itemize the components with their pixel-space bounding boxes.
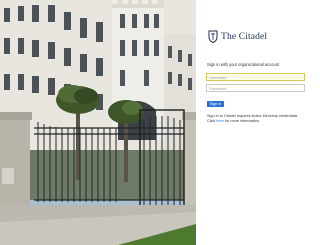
signin-prompt: Sign in with your organizational account — [207, 62, 280, 67]
signin-panel: The Citadel Sign in with your organizati… — [196, 0, 320, 245]
help-suffix: for more information. — [224, 119, 260, 123]
help-link[interactable]: here — [216, 119, 224, 123]
brand-logo: The Citadel — [208, 29, 267, 43]
campus-building-illustration — [0, 0, 196, 245]
background-photo — [0, 0, 196, 245]
citadel-crest-icon — [208, 30, 218, 43]
help-link-line: Click here for more information. — [207, 119, 298, 124]
password-input[interactable] — [206, 84, 305, 92]
brand-wordmark: The Citadel — [221, 30, 268, 42]
signin-help-text: Sign in to Citadel requires Active Direc… — [207, 114, 298, 124]
username-input[interactable] — [206, 73, 305, 81]
help-prefix: Click — [207, 119, 216, 123]
sign-in-button[interactable]: Sign in — [207, 101, 224, 107]
